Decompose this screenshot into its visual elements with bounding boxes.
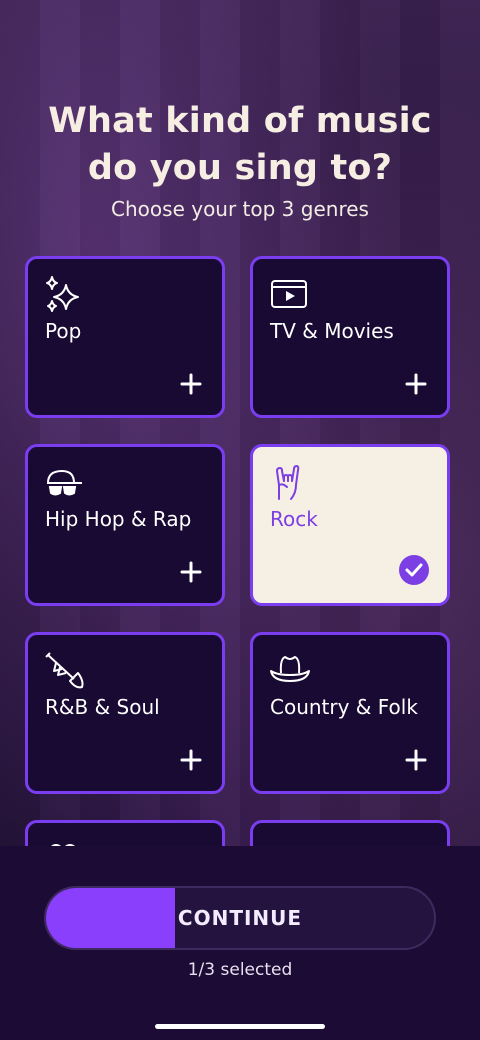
plus-icon	[180, 373, 202, 395]
partial-icon	[269, 839, 311, 846]
genre-card-partial-right[interactable]	[250, 820, 450, 846]
genre-card-partial-left[interactable]	[25, 820, 225, 846]
genre-card-tv-movies[interactable]: TV & Movies	[250, 256, 450, 418]
genre-label: Hip Hop & Rap	[45, 507, 192, 531]
page-title: What kind of music do you sing to?	[0, 98, 480, 192]
genre-label: Pop	[45, 319, 82, 343]
continue-label: CONTINUE	[177, 906, 303, 930]
home-indicator[interactable]	[155, 1024, 325, 1029]
trumpet-icon	[45, 652, 84, 689]
genre-card-country-folk[interactable]: Country & Folk	[250, 632, 450, 794]
genre-label: Country & Folk	[270, 695, 418, 719]
cowboy-hat-icon	[270, 656, 310, 682]
cap-sunglasses-icon	[46, 469, 82, 496]
plus-icon	[405, 749, 427, 771]
rock-hand-icon	[276, 465, 300, 500]
genre-label: TV & Movies	[270, 319, 394, 343]
plus-icon	[180, 749, 202, 771]
genre-card-pop[interactable]: Pop	[25, 256, 225, 418]
video-player-icon	[271, 280, 307, 308]
title-line-1: What kind of music	[48, 101, 432, 141]
title-line-2: do you sing to?	[87, 148, 393, 188]
continue-button[interactable]: CONTINUE	[44, 886, 436, 950]
plus-icon	[180, 561, 202, 583]
selected-count: 1/3 selected	[187, 960, 293, 980]
sparkles-icon	[46, 276, 79, 312]
genre-card-rock[interactable]: Rock	[250, 444, 450, 606]
check-circle-icon	[399, 555, 429, 585]
genre-card-hip-hop-rap[interactable]: Hip Hop & Rap	[25, 444, 225, 606]
genre-grid: Pop TV & Movies Hip Hop & Rap Rock R&B &…	[25, 256, 455, 846]
genre-label: Rock	[270, 507, 318, 531]
page-subtitle: Choose your top 3 genres	[111, 197, 369, 221]
plus-icon	[405, 373, 427, 395]
genre-label: R&B & Soul	[45, 695, 160, 719]
partial-icon	[51, 844, 75, 846]
genre-card-rnb-soul[interactable]: R&B & Soul	[25, 632, 225, 794]
